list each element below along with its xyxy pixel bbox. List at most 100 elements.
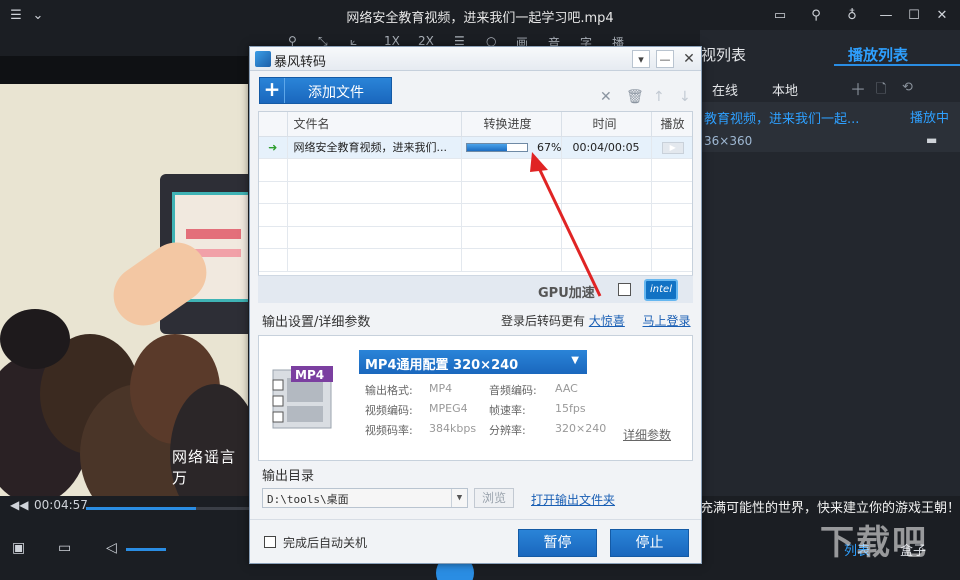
add-icon[interactable]: ＋ — [850, 76, 866, 100]
table-row — [259, 248, 692, 272]
player-titlebar: ☰ ⌄ 网络安全教育视频，进来我们一起学习吧.mp4 ▭ ⚲ ♁ — ☐ ✕ — [0, 0, 960, 30]
skin-icon[interactable]: ♁ — [842, 5, 862, 25]
open-folder-icon[interactable]: ▭ — [58, 540, 71, 556]
param-vbitrate-value: 384kbps — [429, 422, 477, 435]
pause-button[interactable]: 暂停 — [518, 529, 597, 557]
playlist-item-status: 播放中 — [910, 111, 950, 126]
row-progress-fill — [466, 144, 507, 152]
file-icon[interactable]: 🗋 — [876, 80, 886, 102]
output-dir-field[interactable]: D:\tools\桌面 ▼ — [262, 488, 468, 508]
surprise-link[interactable]: 大惊喜 — [589, 314, 625, 328]
config-panel: MP4 MP4通用配置 320×240 ▼ 输出格式: MP4 音频编码: AA… — [258, 335, 693, 461]
minimize-icon[interactable]: — — [876, 5, 896, 25]
dropdown-arrow-icon: ▼ — [571, 355, 579, 366]
refresh-icon[interactable]: ⟲ — [902, 80, 913, 95]
open-output-folder-link[interactable]: 打开输出文件夹 — [531, 491, 615, 508]
param-format-label: 输出格式: — [365, 384, 413, 397]
rewind-icon[interactable]: ◀◀ — [10, 498, 28, 512]
video-subtitle: 网络谣言万 — [172, 448, 237, 487]
row-play-icon[interactable]: ▶ — [661, 142, 684, 155]
folder-icon[interactable]: ▬ — [926, 133, 937, 147]
row-play[interactable]: ▶ — [651, 136, 692, 159]
row-progress: 67% — [461, 136, 563, 159]
video-area[interactable]: 网络谣言万 — [0, 56, 248, 500]
param-fps-value: 15fps — [555, 402, 586, 415]
gpu-row: GPU加速 intel — [258, 275, 693, 303]
tab-local[interactable]: 本地 — [772, 80, 798, 99]
screen-icon[interactable]: ▭ — [770, 5, 790, 25]
login-tip-text: 登录后转码更有 — [501, 314, 586, 328]
config-select-value: MP4通用配置 320×240 — [365, 358, 519, 373]
param-vcodec-value: MPEG4 — [429, 402, 468, 415]
playlist-item-title: 教育视频，进来我们一起... — [704, 112, 860, 127]
param-res-value: 320×240 — [555, 422, 607, 435]
browse-button[interactable]: 浏览 — [474, 488, 514, 508]
plus-icon: + — [260, 78, 285, 103]
remove-icon[interactable]: ✕ — [600, 89, 612, 105]
row-progress-bar — [465, 143, 528, 153]
gpu-label: GPU加速 — [538, 286, 595, 301]
output-dir-value: D:\tools\桌面 — [267, 493, 349, 506]
video-frame: 网络谣言万 — [0, 84, 248, 500]
seek-bar[interactable] — [86, 507, 250, 510]
volume-icon[interactable]: ◁ — [106, 540, 117, 556]
param-acodec-value: AAC — [555, 382, 578, 395]
param-acodec-label: 音频编码: — [489, 384, 537, 397]
table-row — [259, 158, 692, 182]
login-tip: 登录后转码更有 大惊喜 马上登录 — [501, 312, 691, 329]
col-progress: 转换进度 — [461, 112, 563, 137]
volume-slider[interactable] — [126, 548, 166, 551]
param-fps-label: 帧速率: — [489, 404, 526, 417]
format-badge: MP4 — [295, 368, 325, 382]
param-vcodec-label: 视频编码: — [365, 404, 413, 417]
auto-shutdown-checkbox[interactable] — [264, 536, 276, 548]
maximize-icon[interactable]: ☐ — [904, 5, 924, 25]
playlist-item[interactable]: 教育视频，进来我们一起... 播放中 36×360 ▬ — [700, 102, 960, 152]
output-settings-label: 输出设置/详细参数 — [262, 315, 371, 330]
output-dir-label: 输出目录 — [262, 469, 315, 484]
table-row — [259, 226, 692, 249]
param-res-label: 分辨率: — [489, 424, 526, 437]
intel-badge: intel — [644, 279, 678, 301]
close-icon[interactable]: ✕ — [932, 5, 952, 25]
gpu-checkbox[interactable] — [618, 283, 631, 296]
table-row[interactable]: ➜ 网络安全教育视频，进来我们... 67% 00:04/00:05 ▶ — [259, 136, 692, 159]
config-select[interactable]: MP4通用配置 320×240 ▼ — [359, 350, 587, 374]
playlist-item-resolution: 36×360 — [704, 134, 753, 148]
col-play: 播放 — [651, 112, 692, 137]
playlist-panel: 影视列表 播放列表 在线 本地 ＋ 🗋 ⟲ 教育视频，进来我们一起... 播放中… — [686, 30, 960, 496]
add-file-button[interactable]: + 添加文件 — [259, 77, 392, 104]
add-file-label: 添加文件 — [308, 85, 364, 101]
table-row — [259, 203, 692, 227]
row-progress-text: 67% — [537, 140, 562, 154]
ad-marquee[interactable]: 充满可能性的世界，快来建立你的游戏王朝！ — [700, 497, 960, 517]
stop-button[interactable]: 停止 — [610, 529, 689, 557]
dialog-titlebar: 暴风转码 ▾ — ✕ — [250, 47, 701, 71]
dialog-title: 暴风转码 — [274, 55, 327, 70]
trash-icon[interactable]: 🗑 — [626, 89, 644, 105]
tab-play-list[interactable]: 播放列表 — [848, 44, 908, 65]
detail-params-link[interactable]: 详细参数 — [623, 426, 671, 443]
move-up-icon[interactable]: ↑ — [653, 89, 665, 105]
col-blank — [259, 112, 288, 137]
param-vbitrate-label: 视频码率: — [365, 424, 413, 437]
dialog-minimize-icon[interactable]: — — [656, 50, 674, 68]
watermark: 下载吧 — [820, 523, 928, 563]
row-filename: 网络安全教育视频，进来我们... — [287, 136, 462, 159]
pin-icon[interactable]: ⚲ — [806, 5, 826, 25]
auto-shutdown-label: 完成后自动关机 — [283, 536, 368, 550]
chevron-down-icon[interactable]: ▼ — [451, 489, 467, 507]
param-format-value: MP4 — [429, 382, 453, 395]
app-logo-icon — [255, 51, 271, 67]
tab-online[interactable]: 在线 — [712, 80, 738, 99]
col-time: 时间 — [561, 112, 653, 137]
dialog-footer: 完成后自动关机 暂停 停止 — [250, 519, 701, 563]
col-filename: 文件名 — [287, 112, 462, 137]
current-time: 00:04:57 — [34, 498, 88, 512]
dialog-menu-icon[interactable]: ▾ — [632, 50, 650, 68]
login-link[interactable]: 马上登录 — [643, 314, 691, 328]
briefcase-icon[interactable]: ▣ — [12, 540, 25, 556]
dialog-close-icon[interactable]: ✕ — [680, 50, 698, 68]
row-time: 00:04/00:05 — [561, 136, 653, 159]
move-down-icon[interactable]: ↓ — [679, 89, 691, 105]
